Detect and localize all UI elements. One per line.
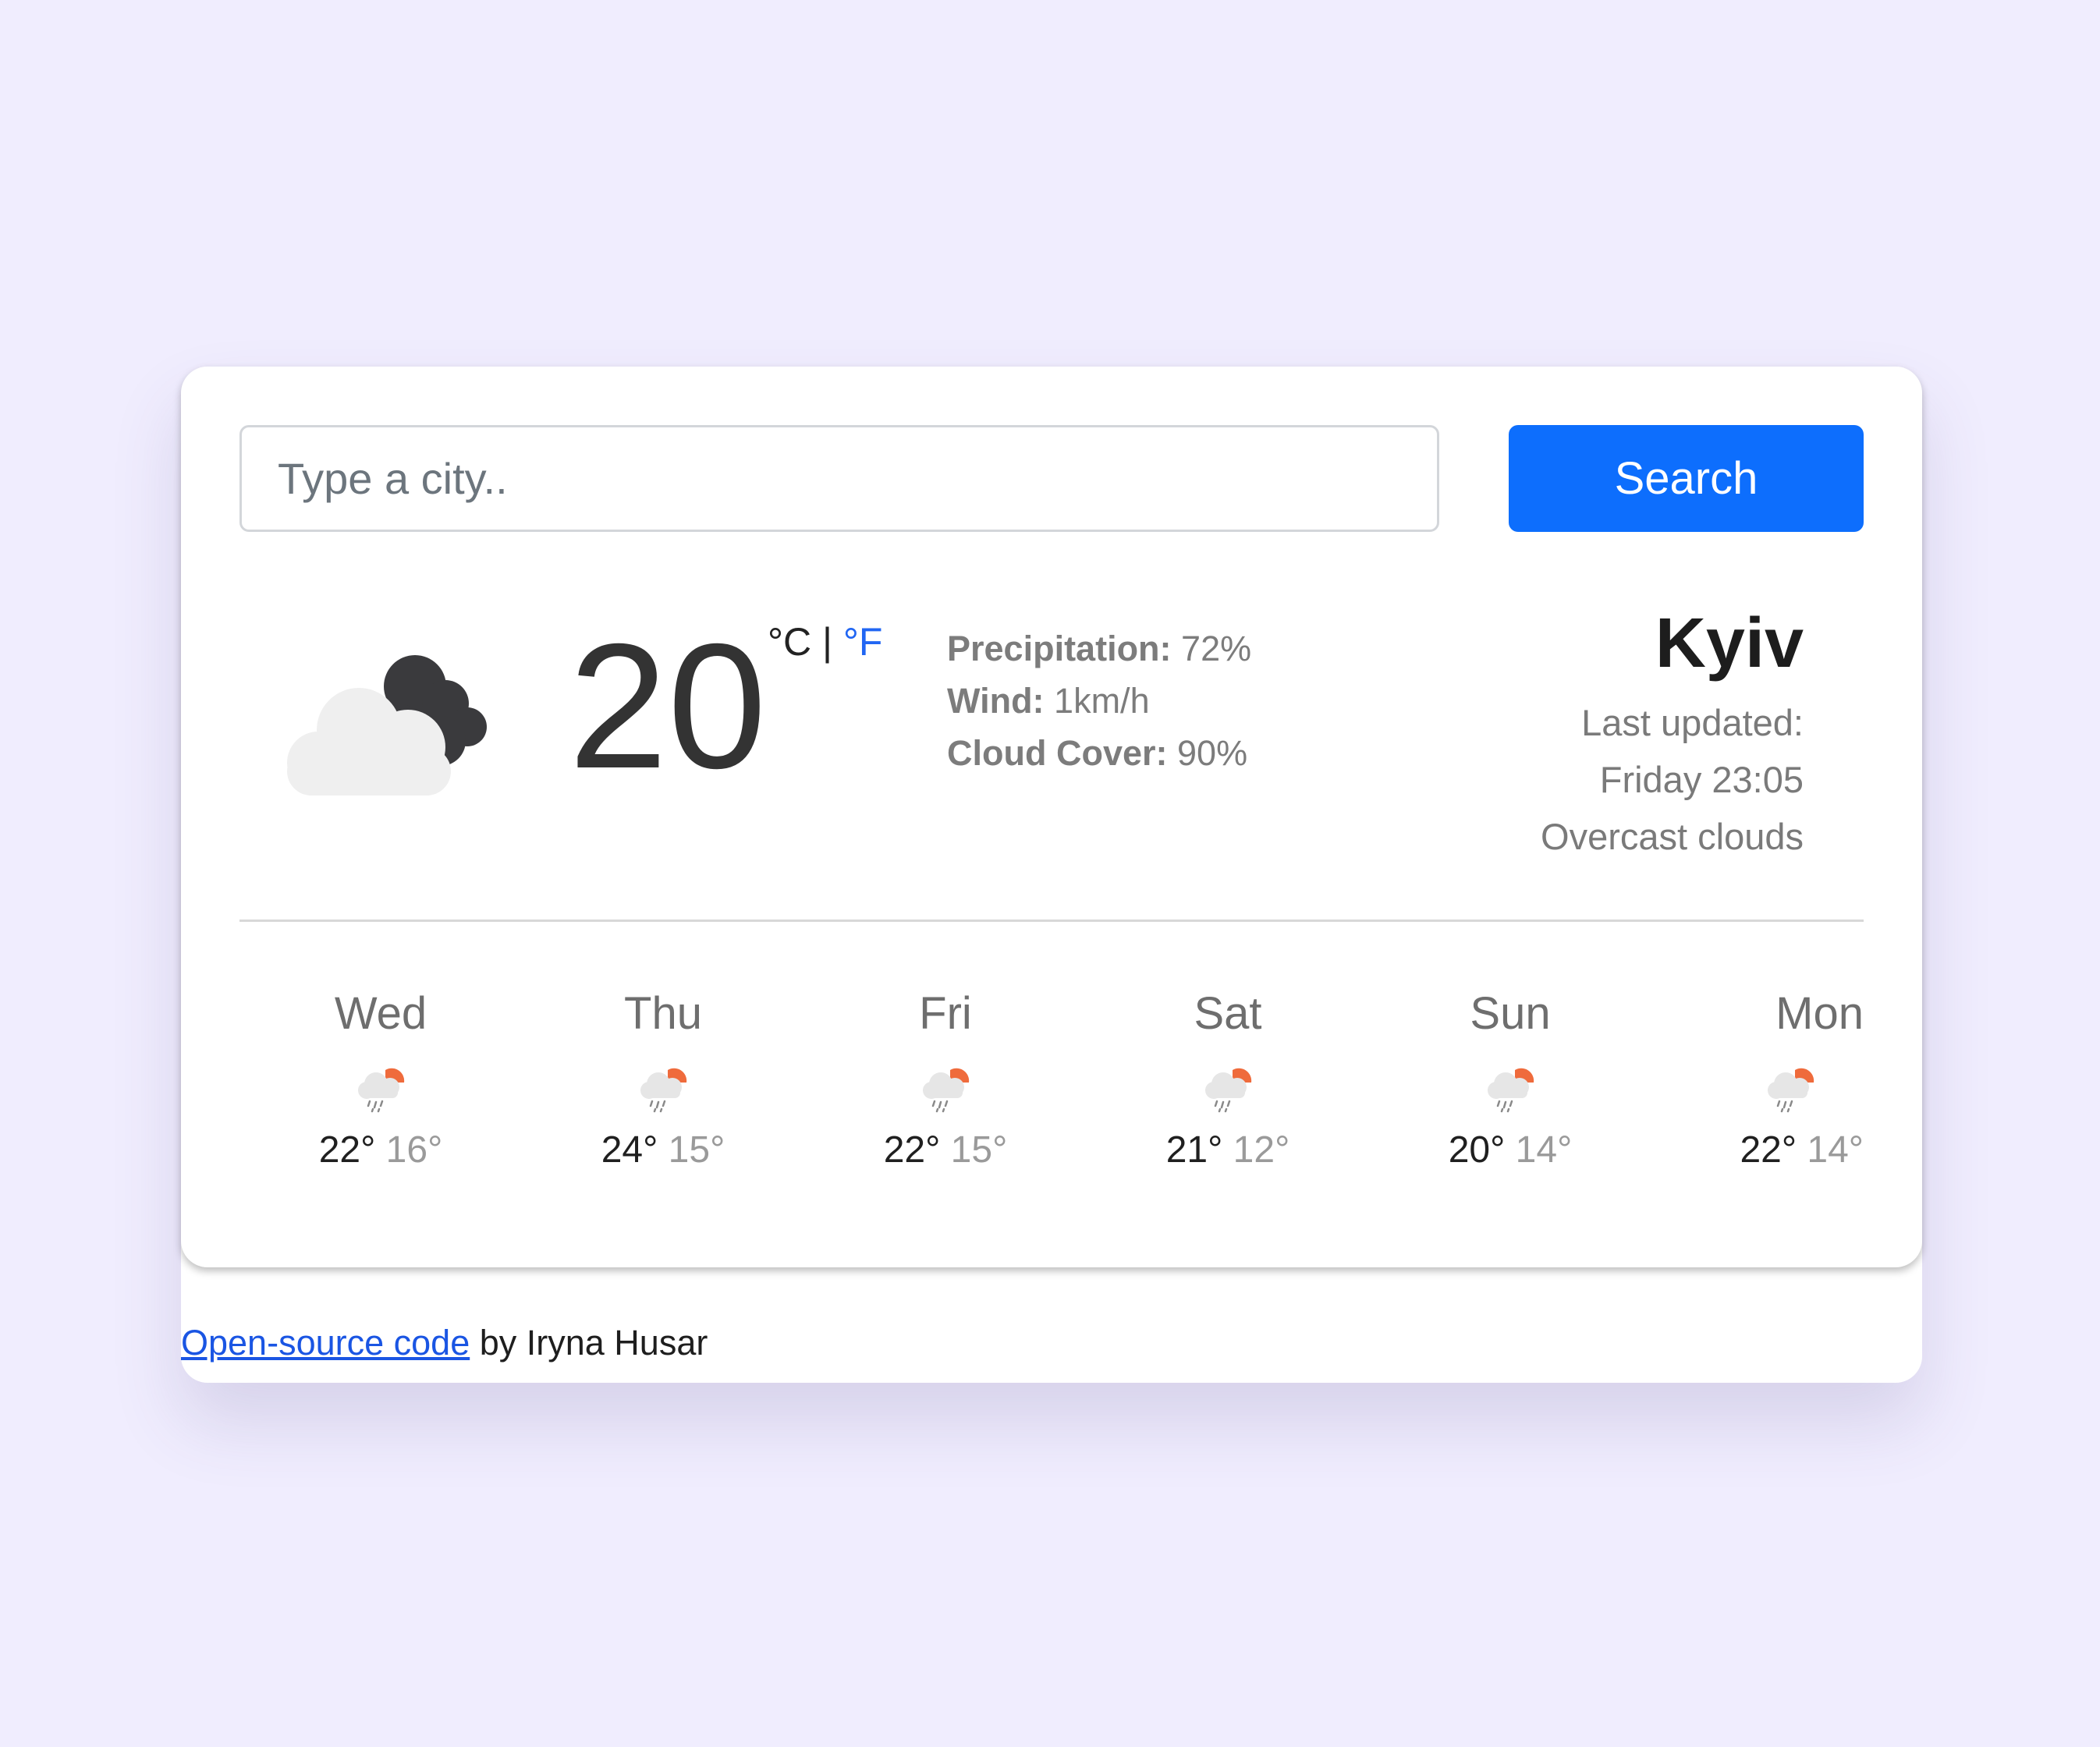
- forecast-day-name: Wed: [334, 988, 427, 1039]
- app-wrapper: Search 20 °C | °F Preci: [181, 367, 1922, 1383]
- forecast-day: Sun 20° 14°: [1369, 983, 1651, 1178]
- precipitation-value: 72%: [1171, 629, 1252, 668]
- last-updated-time: Friday 23:05: [1599, 759, 1804, 800]
- rain-sun-icon: [358, 1068, 405, 1113]
- forecast-day: Fri 22° 15°: [804, 983, 1087, 1178]
- forecast-day: Thu 24° 15°: [522, 983, 804, 1178]
- forecast-min-temp: 15°: [668, 1129, 725, 1171]
- footer-author: by Iryna Husar: [470, 1323, 708, 1363]
- forecast-day-name: Sun: [1470, 988, 1551, 1039]
- cloud-cover-value: 90%: [1167, 733, 1248, 773]
- overcast-clouds-icon: [287, 655, 487, 796]
- location-block: Kyiv Last updated: Friday 23:05 Overcast…: [1492, 593, 1804, 865]
- weather-description: Overcast clouds: [1541, 816, 1804, 857]
- rain-sun-icon: [1768, 1068, 1814, 1113]
- forecast-min-temp: 15°: [950, 1129, 1008, 1171]
- forecast-max-temp: 20°: [1448, 1129, 1506, 1171]
- unit-switcher: °C | °F: [768, 622, 882, 661]
- footer: Open-source code by Iryna Husar: [181, 1323, 708, 1363]
- search-button[interactable]: Search: [1509, 425, 1864, 532]
- forecast-temps: 20° 14°: [1369, 1123, 1651, 1178]
- unit-separator: |: [811, 620, 843, 664]
- weather-card: Search 20 °C | °F Preci: [181, 367, 1922, 1267]
- forecast-max-temp: 22°: [883, 1129, 941, 1171]
- wind-label: Wind:: [947, 681, 1045, 721]
- city-name: Kyiv: [1655, 604, 1804, 682]
- forecast-day: Wed 22° 16°: [239, 983, 522, 1178]
- divider: [239, 920, 1864, 922]
- forecast-temps: 22° 16°: [239, 1123, 522, 1178]
- forecast-min-temp: 14°: [1515, 1129, 1573, 1171]
- forecast-temps: 21° 12°: [1087, 1123, 1369, 1178]
- forecast-min-temp: 14°: [1807, 1129, 1864, 1171]
- wind-value: 1km/h: [1044, 681, 1150, 721]
- forecast-max-temp: 24°: [601, 1129, 658, 1171]
- rain-sun-icon: [640, 1068, 687, 1113]
- forecast-row: Wed 22° 16° Thu 24° 15° Fri 22° 15° Sat …: [239, 983, 1864, 1178]
- cloud-cover-row: Cloud Cover: 90%: [947, 727, 1251, 779]
- forecast-temps: 22° 15°: [804, 1123, 1087, 1178]
- last-updated-label: Last updated:: [1581, 702, 1804, 743]
- city-search-input[interactable]: [239, 425, 1439, 532]
- cloud-cover-label: Cloud Cover:: [947, 733, 1168, 773]
- forecast-max-temp: 22°: [318, 1129, 376, 1171]
- forecast-day: Mon 22° 14°: [1651, 983, 1864, 1178]
- forecast-temps: 22° 14°: [1651, 1123, 1864, 1178]
- forecast-min-temp: 12°: [1233, 1129, 1290, 1171]
- forecast-min-temp: 16°: [385, 1129, 443, 1171]
- forecast-day-name: Sat: [1194, 988, 1262, 1039]
- forecast-day-name: Fri: [919, 988, 972, 1039]
- forecast-day: Sat 21° 12°: [1087, 983, 1369, 1178]
- forecast-day-name: Mon: [1775, 988, 1864, 1039]
- open-source-link[interactable]: Open-source code: [181, 1323, 470, 1363]
- unit-fahrenheit-link[interactable]: °F: [843, 620, 883, 664]
- forecast-temps: 24° 15°: [522, 1123, 804, 1178]
- weather-details: Precipitation: 72% Wind: 1km/h Cloud Cov…: [947, 622, 1251, 779]
- precipitation-row: Precipitation: 72%: [947, 622, 1251, 675]
- forecast-max-temp: 22°: [1740, 1129, 1797, 1171]
- rain-sun-icon: [1488, 1068, 1534, 1113]
- unit-celsius[interactable]: °C: [768, 620, 811, 664]
- precipitation-label: Precipitation:: [947, 629, 1172, 668]
- forecast-day-name: Thu: [624, 988, 702, 1039]
- wind-row: Wind: 1km/h: [947, 675, 1251, 727]
- forecast-max-temp: 21°: [1165, 1129, 1223, 1171]
- rain-sun-icon: [923, 1068, 970, 1113]
- rain-sun-icon: [1205, 1068, 1252, 1113]
- current-temperature: 20: [569, 608, 767, 806]
